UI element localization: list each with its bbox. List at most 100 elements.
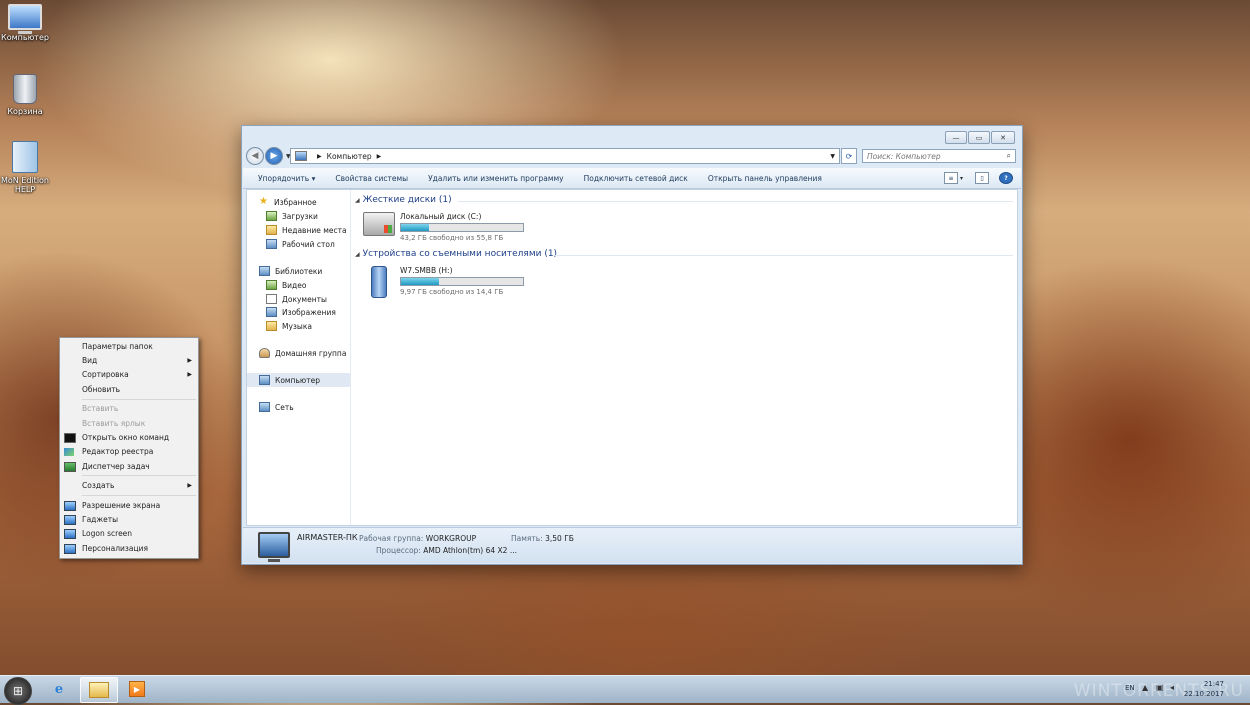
menu-item-personalization[interactable]: Персонализация: [60, 542, 198, 555]
nav-item-homegroup[interactable]: Домашняя группа: [247, 346, 350, 360]
start-button[interactable]: ⊞: [4, 677, 32, 705]
system-properties-button[interactable]: Свойства системы: [325, 174, 418, 183]
internet-explorer-icon: e: [54, 681, 64, 697]
search-placeholder: Поиск: Компьютер: [867, 151, 941, 161]
video-icon: [266, 280, 277, 290]
maximize-button[interactable]: ▭: [968, 131, 990, 144]
menu-separator: [82, 399, 196, 400]
menu-item-screen-resolution[interactable]: Разрешение экрана: [60, 499, 198, 512]
menu-item-logon-screen[interactable]: Logon screen: [60, 527, 198, 540]
menu-item-refresh[interactable]: Обновить: [60, 383, 198, 396]
menu-item-view[interactable]: Вид ▶: [60, 354, 198, 367]
preview-pane-button[interactable]: ▯: [975, 172, 989, 184]
computer-icon: [295, 151, 307, 161]
nav-item-video[interactable]: Видео: [247, 278, 350, 292]
desktop-icon-label: MoN Edition HELP: [1, 176, 50, 194]
nav-item-label: Музыка: [282, 321, 312, 331]
menu-item-label: Разрешение экрана: [82, 501, 161, 510]
drive-item-h[interactable]: W7.SMBB (H:) 9,97 ГБ свободно из 14,4 ГБ: [363, 266, 524, 298]
nav-item-libraries[interactable]: Библиотеки: [247, 264, 350, 278]
nav-item-recent-places[interactable]: Недавние места: [247, 223, 350, 237]
task-manager-icon: [64, 461, 76, 472]
address-bar[interactable]: ▶ Компьютер ▶ ▼: [290, 148, 840, 164]
navigation-bar: ◀ ▶ ▼ ▶ Компьютер ▶ ▼ ⟳ Поиск: Компьютер…: [246, 146, 1018, 166]
menu-item-gadgets[interactable]: Гаджеты: [60, 513, 198, 526]
cpu-value: AMD Athlon(tm) 64 X2 ...: [423, 546, 517, 555]
desktop-icon-recycle-bin[interactable]: Корзина: [1, 74, 49, 116]
back-button[interactable]: ◀: [246, 147, 264, 165]
drive-usage-fill: [401, 224, 430, 231]
show-hidden-icons-icon[interactable]: ▲: [1142, 683, 1148, 692]
menu-item-registry-editor[interactable]: Редактор реестра: [60, 445, 198, 458]
search-icon[interactable]: ⌕: [1007, 151, 1011, 161]
nav-item-computer[interactable]: Компьютер: [247, 373, 350, 387]
screen-resolution-icon: [64, 500, 76, 511]
details-pane: AIRMASTER-ПК Рабочая группа: WORKGROUP П…: [243, 527, 1021, 563]
desktop-icon-help[interactable]: MoN Edition HELP: [1, 141, 49, 194]
menu-item-folder-options[interactable]: Параметры папок: [60, 340, 198, 353]
clock[interactable]: 21:47 22.10.2017: [1184, 679, 1224, 699]
forward-button[interactable]: ▶: [265, 147, 283, 165]
computer-icon: [258, 532, 290, 562]
group-divider: [553, 255, 1013, 256]
address-path[interactable]: Компьютер: [327, 152, 372, 161]
address-dropdown-icon[interactable]: ▼: [830, 153, 835, 160]
nav-item-desktop[interactable]: Рабочий стол: [247, 237, 350, 251]
nav-item-favorites[interactable]: ★ Избранное: [247, 195, 350, 209]
group-header-removable[interactable]: ◢ Устройства со съемными носителями (1): [355, 249, 557, 259]
menu-item-new[interactable]: Создать ▶: [60, 479, 198, 492]
search-input[interactable]: Поиск: Компьютер ⌕: [862, 149, 1016, 163]
taskbar-media-player[interactable]: ▶: [119, 677, 155, 701]
group-header-hard-drives[interactable]: ◢ Жесткие диски (1): [355, 195, 452, 205]
registry-editor-icon: [64, 447, 74, 456]
uninstall-program-button[interactable]: Удалить или изменить программу: [418, 174, 574, 183]
map-network-drive-button[interactable]: Подключить сетевой диск: [574, 174, 698, 183]
menu-item-paste-shortcut: Вставить ярлык: [60, 417, 198, 430]
group-header-label: Жесткие диски (1): [362, 195, 452, 205]
view-dropdown-icon[interactable]: ▾: [960, 175, 963, 182]
desktop-icon-label: Компьютер: [1, 33, 49, 42]
menu-item-label: Сортировка: [82, 370, 129, 379]
workgroup-info: Рабочая группа: WORKGROUP: [359, 534, 476, 543]
minimize-button[interactable]: —: [945, 131, 967, 144]
menu-item-label: Открыть окно команд: [82, 433, 170, 442]
taskbar-windows-explorer[interactable]: [80, 677, 118, 703]
organize-button[interactable]: Упорядочить ▾: [243, 174, 325, 183]
menu-item-sort[interactable]: Сортировка ▶: [60, 368, 198, 381]
drive-item-c[interactable]: Локальный диск (C:) 43,2 ГБ свободно из …: [363, 212, 524, 242]
nav-item-documents[interactable]: Документы: [247, 292, 350, 306]
title-bar[interactable]: — ▭ ✕: [242, 126, 1022, 146]
refresh-button[interactable]: ⟳: [841, 148, 857, 164]
memory-label: Память:: [511, 534, 543, 543]
volume-icon[interactable]: ◂: [1170, 683, 1174, 692]
nav-item-network[interactable]: Сеть: [247, 400, 350, 414]
minimize-icon: —: [952, 133, 960, 142]
menu-item-task-manager[interactable]: Диспетчер задач: [60, 460, 198, 473]
nav-item-downloads[interactable]: Загрузки: [247, 209, 350, 223]
desktop-icon-computer[interactable]: Компьютер: [1, 4, 49, 42]
change-view-button[interactable]: ≡: [943, 172, 958, 184]
menu-item-label: Вставить ярлык: [82, 419, 146, 428]
breadcrumb-chevron-icon[interactable]: ▶: [377, 153, 382, 160]
menu-item-label: Диспетчер задач: [82, 462, 150, 471]
desktop-icon: [266, 239, 277, 249]
taskbar-internet-explorer[interactable]: e: [41, 677, 77, 701]
open-control-panel-button[interactable]: Открыть панель управления: [698, 174, 832, 183]
language-indicator[interactable]: EN: [1125, 684, 1135, 692]
recycle-bin-icon: [13, 74, 37, 104]
menu-item-open-command-window[interactable]: Открыть окно команд: [60, 431, 198, 444]
nav-item-label: Загрузки: [282, 211, 318, 221]
close-button[interactable]: ✕: [991, 131, 1015, 144]
help-icon: ?: [1004, 174, 1008, 182]
music-icon: [266, 321, 277, 331]
breadcrumb-chevron-icon[interactable]: ▶: [317, 153, 322, 160]
help-button[interactable]: ?: [999, 172, 1013, 184]
chevron-down-icon: ▾: [311, 173, 316, 183]
nav-item-pictures[interactable]: Изображения: [247, 305, 350, 319]
nav-item-label: Недавние места: [282, 225, 347, 235]
nav-item-label: Домашняя группа: [275, 348, 347, 358]
nav-item-music[interactable]: Музыка: [247, 319, 350, 333]
forward-arrow-icon: ▶: [270, 151, 278, 161]
network-icon[interactable]: ▣: [1156, 683, 1164, 692]
drive-usage-fill: [401, 278, 439, 285]
